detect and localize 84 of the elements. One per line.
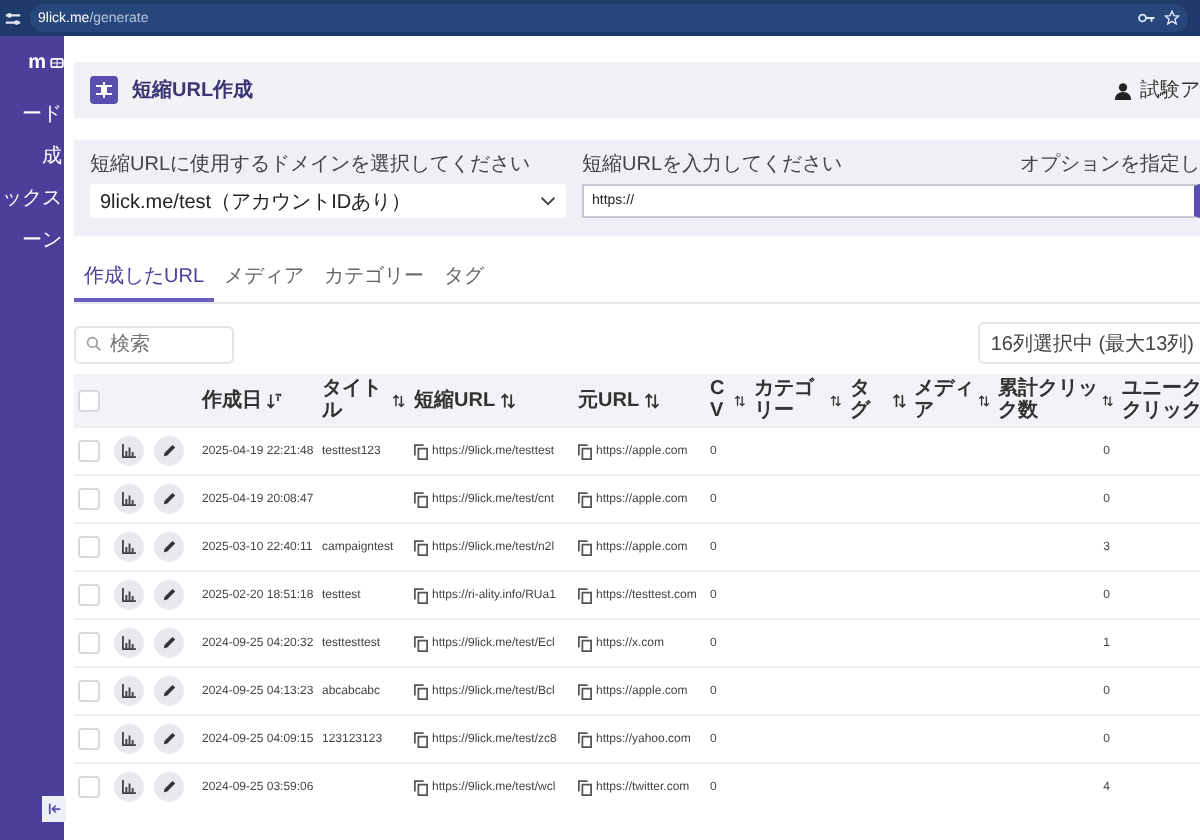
checkbox[interactable]	[78, 488, 100, 510]
checkbox[interactable]	[78, 536, 100, 558]
stats-button[interactable]	[114, 484, 144, 514]
stats-button[interactable]	[114, 532, 144, 562]
sidebar-item[interactable]: 成	[0, 142, 64, 170]
sidebar-item[interactable]: ックス	[0, 184, 64, 212]
bar-chart-icon	[122, 588, 136, 602]
search-field[interactable]: 検索	[74, 326, 234, 364]
stats-button[interactable]	[114, 628, 144, 658]
copy-icon[interactable]	[414, 635, 428, 651]
pencil-icon	[162, 636, 176, 650]
stats-button[interactable]	[114, 772, 144, 802]
stats-button[interactable]	[114, 436, 144, 466]
stats-button[interactable]	[114, 676, 144, 706]
pencil-icon	[162, 492, 176, 506]
copy-icon[interactable]	[578, 539, 592, 555]
stats-button[interactable]	[114, 580, 144, 610]
tab[interactable]: 作成したURL	[74, 256, 215, 302]
copy-icon[interactable]	[414, 443, 428, 459]
bar-chart-icon	[122, 540, 136, 554]
checkbox[interactable]	[78, 389, 100, 411]
copy-icon[interactable]	[414, 491, 428, 507]
edit-button[interactable]	[154, 676, 184, 706]
bar-chart-icon	[122, 732, 136, 746]
pencil-icon	[162, 588, 176, 602]
copy-icon[interactable]	[578, 443, 592, 459]
pencil-icon	[162, 684, 176, 698]
copy-icon[interactable]	[414, 779, 428, 795]
key-icon[interactable]	[1138, 12, 1156, 24]
page-title: 短縮URL作成	[132, 77, 254, 104]
checkbox[interactable]	[78, 584, 100, 606]
field-label: 短縮URLを入力してください	[582, 151, 843, 178]
edit-button[interactable]	[154, 484, 184, 514]
brand-text: m	[28, 52, 48, 74]
edit-button[interactable]	[154, 580, 184, 610]
tab[interactable]: タグ	[434, 256, 495, 302]
grid-icon	[50, 58, 64, 68]
checkbox[interactable]	[78, 680, 100, 702]
collapse-icon	[47, 802, 61, 816]
user-name[interactable]: 試験ア	[1140, 76, 1200, 104]
copy-icon[interactable]	[578, 587, 592, 603]
pencil-icon	[162, 540, 176, 554]
star-icon[interactable]	[1164, 10, 1180, 26]
field-label: オプションを指定し	[1020, 151, 1200, 178]
tab[interactable]: カテゴリー	[314, 256, 435, 302]
bar-chart-icon	[122, 684, 136, 698]
pencil-icon	[162, 780, 176, 794]
edit-button[interactable]	[154, 532, 184, 562]
sidebar-item[interactable]: ード	[0, 100, 64, 128]
column-select[interactable]: 16列選択中 (最大13列)	[978, 322, 1200, 364]
edit-button[interactable]	[154, 772, 184, 802]
bar-chart-icon	[122, 636, 136, 650]
domain-select[interactable]: 9lick.me/test（アカウントIDあり）	[90, 184, 566, 218]
bar-chart-icon	[122, 492, 136, 506]
copy-icon[interactable]	[414, 587, 428, 603]
copy-icon[interactable]	[414, 539, 428, 555]
collapse-button[interactable]	[42, 796, 66, 822]
column-header[interactable]: 元URL	[578, 389, 640, 411]
copy-icon[interactable]	[414, 683, 428, 699]
stats-button[interactable]	[114, 724, 144, 754]
bar-chart-icon	[122, 780, 136, 794]
copy-icon[interactable]	[578, 779, 592, 795]
bar-chart-icon	[122, 444, 136, 458]
tab[interactable]: メディア	[214, 256, 315, 302]
copy-icon[interactable]	[578, 731, 592, 747]
field-label: 短縮URLに使用するドメインを選択してください	[90, 151, 533, 178]
checkbox[interactable]	[78, 728, 100, 750]
user-icon[interactable]	[1114, 81, 1132, 99]
tune-icon[interactable]	[4, 9, 22, 27]
edit-button[interactable]	[154, 436, 184, 466]
copy-icon[interactable]	[578, 491, 592, 507]
pencil-icon	[162, 732, 176, 746]
checkbox[interactable]	[78, 440, 100, 462]
sidebar-item[interactable]: ーン	[0, 226, 64, 254]
checkbox[interactable]	[78, 776, 100, 798]
search-icon	[86, 335, 102, 351]
pencil-icon	[162, 444, 176, 458]
edit-button[interactable]	[154, 724, 184, 754]
copy-icon[interactable]	[414, 731, 428, 747]
edit-button[interactable]	[154, 628, 184, 658]
copy-icon[interactable]	[578, 635, 592, 651]
chevron-down-icon	[540, 196, 556, 206]
copy-icon[interactable]	[578, 683, 592, 699]
checkbox[interactable]	[78, 632, 100, 654]
